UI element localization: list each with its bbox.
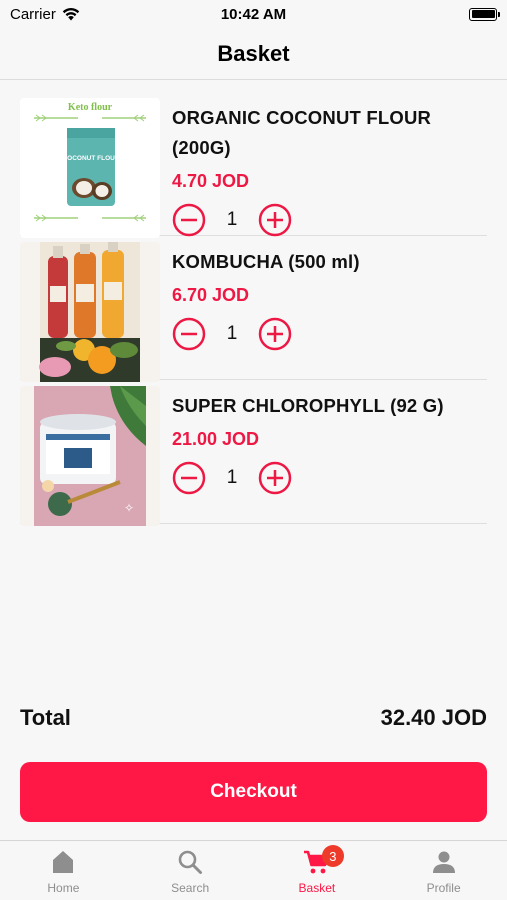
status-left: Carrier <box>10 6 80 23</box>
quantity-stepper: 1 <box>172 317 487 351</box>
basket-item-list: Keto flour COCONUT FLOUR ORGANIC COCONUT… <box>20 92 487 526</box>
increase-quantity-button[interactable] <box>258 203 292 237</box>
tab-search[interactable]: Search <box>127 841 254 900</box>
item-info: SUPER CHLOROPHYLL (92 G) 21.00 JOD 1 <box>172 388 487 495</box>
item-price: 4.70 JOD <box>172 171 250 191</box>
quantity-stepper: 1 <box>172 461 487 495</box>
product-image-chlorophyll: ✧ <box>20 386 160 526</box>
home-icon <box>53 851 74 873</box>
profile-icon <box>432 851 455 873</box>
item-name: KOMBUCHA (500 ml) <box>172 251 360 272</box>
tab-label: Search <box>171 881 210 895</box>
quantity-stepper: 1 <box>172 203 487 237</box>
svg-text:✧: ✧ <box>124 501 134 515</box>
quantity-value: 1 <box>226 467 238 488</box>
item-name: ORGANIC COCONUT FLOUR (200G) <box>172 107 432 158</box>
page-title: Basket <box>217 40 290 66</box>
tab-home[interactable]: Home <box>0 841 127 900</box>
package-text: COCONUT FLOUR <box>62 155 119 162</box>
tab-bar: Home Search 3 Basket Profile <box>0 840 507 900</box>
tab-profile[interactable]: Profile <box>380 841 507 900</box>
image-text: Keto flour <box>68 102 113 113</box>
decrease-quantity-button[interactable] <box>172 317 206 351</box>
total-row: Total 32.40 JOD <box>20 700 487 736</box>
item-price: 6.70 JOD <box>172 285 250 305</box>
basket-item: ✧ SUPER CHLOROPHYLL (92 G) 21.00 JOD 1 <box>20 380 487 526</box>
increase-quantity-button[interactable] <box>258 461 292 495</box>
decrease-quantity-button[interactable] <box>172 203 206 237</box>
item-info: ORGANIC COCONUT FLOUR (200G) 4.70 JOD 1 <box>172 100 487 237</box>
decrease-quantity-button[interactable] <box>172 461 206 495</box>
tab-label: Basket <box>298 881 336 895</box>
battery-icon <box>469 7 500 21</box>
tab-label: Profile <box>426 881 461 895</box>
product-image-coconut-flour: Keto flour COCONUT FLOUR <box>20 98 160 238</box>
tab-basket[interactable]: 3 Basket <box>254 841 381 900</box>
item-price: 21.00 JOD <box>172 429 260 449</box>
item-info: KOMBUCHA (500 ml) 6.70 JOD 1 <box>172 244 487 351</box>
wifi-icon <box>62 8 80 21</box>
increase-quantity-button[interactable] <box>258 317 292 351</box>
basket-item: KOMBUCHA (500 ml) 6.70 JOD 1 <box>20 236 487 382</box>
total-label: Total <box>20 705 71 730</box>
tab-label: Home <box>47 881 80 895</box>
carrier-label: Carrier <box>10 5 56 23</box>
status-bar: Carrier 10:42 AM <box>0 0 507 28</box>
search-icon <box>178 850 203 874</box>
basket-item: Keto flour COCONUT FLOUR ORGANIC COCONUT… <box>20 92 487 238</box>
quantity-value: 1 <box>226 323 238 344</box>
item-name: SUPER CHLOROPHYLL (92 G) <box>172 395 444 416</box>
checkout-button[interactable]: Checkout <box>20 762 487 822</box>
quantity-value: 1 <box>226 209 238 230</box>
cart-count-badge: 3 <box>321 845 344 867</box>
total-value: 32.40 JOD <box>380 705 487 730</box>
product-image-kombucha <box>20 242 160 382</box>
nav-header: Basket <box>0 28 507 80</box>
